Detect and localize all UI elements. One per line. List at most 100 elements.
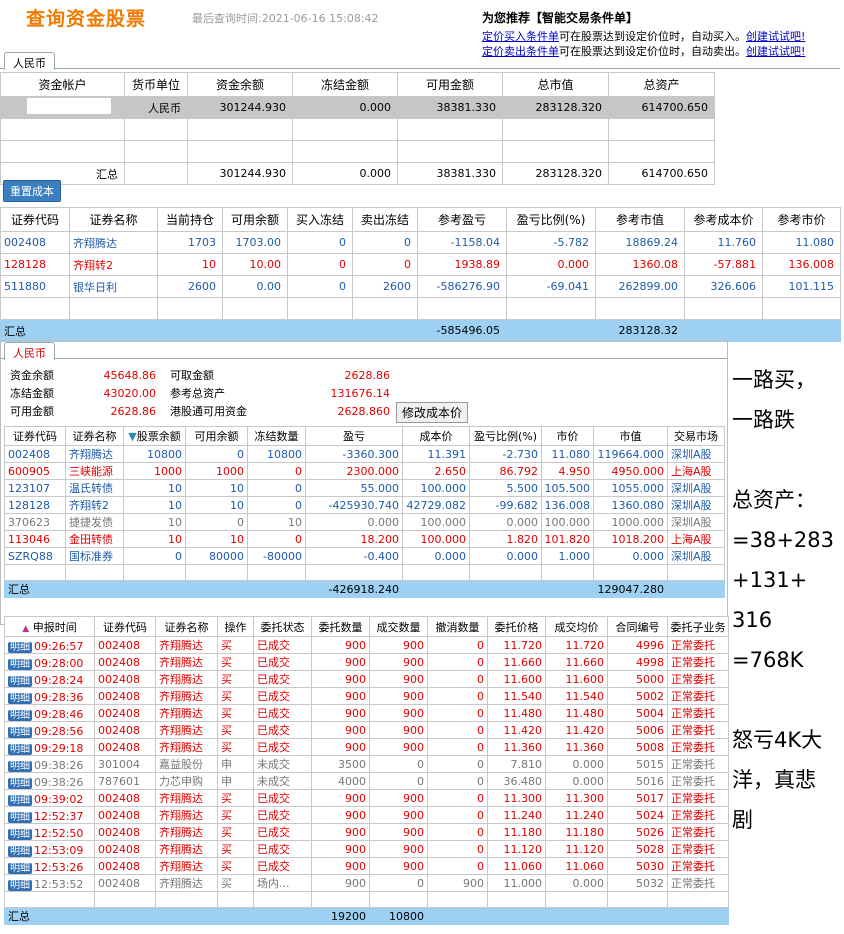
table-row[interactable]: 明细 09:38:26 301004 嘉益股份申未成交 3500 0 0 7.810 0.000… xyxy=(4,755,729,773)
edit-cost-button[interactable]: 修改成本价 xyxy=(396,402,469,423)
table-row[interactable]: 明细 12:52:37 002408 齐翔腾达买已成交 900 900 0 11.240 11.… xyxy=(4,806,729,824)
table-cell: 5017 xyxy=(607,789,668,807)
table-cell: 0 xyxy=(427,653,488,671)
table-row[interactable]: 明细 09:29:18 002408 齐翔腾达买已成交 900 900 0 11.360 11.… xyxy=(4,738,729,756)
table-row[interactable]: 600905 三峡能源 1000 1000 0 2300.000 2.650 86.792 4.… xyxy=(4,462,725,480)
table-row[interactable]: 明细 12:52:50 002408 齐翔腾达买已成交 900 900 0 11.180 11.… xyxy=(4,823,729,841)
table-row[interactable]: 明细 09:39:02 002408 齐翔腾达买已成交 900 900 0 11.300 11.… xyxy=(4,789,729,807)
table-cell xyxy=(541,580,594,598)
column-header: 可用余额 xyxy=(222,207,288,232)
table-cell: 900 xyxy=(369,721,428,739)
table-cell: 11.080 xyxy=(762,231,841,254)
note-line: 一路买， xyxy=(732,368,816,392)
table-cell: 5004 xyxy=(607,704,668,722)
create-buy-link[interactable]: 创建试试吧! xyxy=(746,30,805,43)
table-cell: 11.480 xyxy=(545,704,608,722)
table-cell: 买 xyxy=(217,636,254,654)
table-cell: 900 xyxy=(311,823,370,841)
table-cell: 1360.08 xyxy=(595,253,685,276)
table-row[interactable]: 明细 12:53:52 002408 齐翔腾达买场内... 900 0 900 11.000 0… xyxy=(4,874,729,892)
table-row[interactable]: 明细 09:28:24 002408 齐翔腾达买已成交 900 900 0 11.600 11.… xyxy=(4,670,729,688)
table-cell xyxy=(469,580,542,598)
detail-button[interactable]: 明细 xyxy=(8,794,32,806)
table-cell: 10 xyxy=(185,479,248,497)
table-row[interactable]: 明细 12:53:09 002408 齐翔腾达买已成交 900 900 0 11.120 11.… xyxy=(4,840,729,858)
note-line: 洋，真悲 xyxy=(732,768,816,792)
table-cell xyxy=(157,319,223,342)
column-header: 合同编号 xyxy=(607,616,668,637)
table-cell: 齐翔腾达 xyxy=(155,840,218,858)
table-row[interactable]: 511880 银华日利 2600 0.00 0 2600 -586276.90 -69.041… xyxy=(0,275,841,298)
table-row[interactable]: 128128 齐翔转2 10 10 0 -425930.740 42729.082 -99.6… xyxy=(4,496,725,514)
table-row[interactable]: SZRQ88 国标准券 0 80000 -80000 -0.400 0.000 0.000 1.… xyxy=(4,547,725,565)
reset-cost-button[interactable]: 重置成本 xyxy=(3,180,61,202)
table-cell: 11.420 xyxy=(545,721,608,739)
table-cell: 买 xyxy=(217,670,254,688)
detail-button[interactable]: 明细 xyxy=(8,777,32,789)
detail-button[interactable]: 明细 xyxy=(8,658,32,670)
table-cell: 4996 xyxy=(607,636,668,654)
table-cell: 900 xyxy=(311,840,370,858)
detail-button[interactable]: 明细 xyxy=(8,862,32,874)
table-row[interactable]: 002408 齐翔腾达 10800 0 10800 -3360.300 11.391 -2.7… xyxy=(4,445,725,463)
table-cell: 100.000 xyxy=(541,513,594,531)
table-cell: 10800 xyxy=(369,907,428,925)
table-cell: 已成交 xyxy=(253,721,312,739)
table-cell: 银华日利 xyxy=(69,275,158,298)
buy-condition-link[interactable]: 定价买入条件单 xyxy=(482,30,559,43)
table-row[interactable]: 明细 09:28:46 002408 齐翔腾达买已成交 900 900 0 11.480 11.… xyxy=(4,704,729,722)
table-row[interactable]: 370623 捷捷发债 10 0 10 0.000 100.000 0.000 100.000 1… xyxy=(4,513,725,531)
note-line xyxy=(732,440,842,480)
table-cell: 100.000 xyxy=(402,530,470,548)
table-cell xyxy=(65,580,124,598)
tab-rmb-2[interactable]: 人民币 xyxy=(4,342,55,360)
column-header: 参考成本价 xyxy=(684,207,763,232)
table-row[interactable]: 002408 齐翔腾达 1703 1703.00 0 0 -1158.04 -5.782 188… xyxy=(0,231,841,254)
detail-button[interactable]: 明细 xyxy=(8,675,32,687)
note-line: 怒亏4K大 xyxy=(732,728,823,752)
table-row[interactable]: 明细 09:38:26 787601 力芯申购申未成交 4000 0 0 36.480 0.00… xyxy=(4,772,729,790)
table-row[interactable]: 123107 温氏转债 10 10 0 55.000 100.000 5.500 105.500… xyxy=(4,479,725,497)
detail-button[interactable]: 明细 xyxy=(8,743,32,755)
table-cell: 11.300 xyxy=(487,789,546,807)
recommend-title: 为您推荐【智能交易条件单】 xyxy=(482,11,639,25)
table-cell: 370623 xyxy=(4,513,66,531)
table-cell: 正常委托 xyxy=(667,704,729,722)
table-cell: 齐翔腾达 xyxy=(155,789,218,807)
detail-button[interactable]: 明细 xyxy=(8,709,32,721)
table-cell: 正常委托 xyxy=(667,806,729,824)
table-cell: 11.360 xyxy=(545,738,608,756)
table-cell: 900 xyxy=(311,704,370,722)
table-cell: 10 xyxy=(123,530,186,548)
table-row[interactable]: 明细 09:26:57 002408 齐翔腾达买已成交 900 900 0 11.720 11.… xyxy=(4,636,729,654)
table-cell: 900 xyxy=(369,789,428,807)
table-cell: 5015 xyxy=(607,755,668,773)
table-cell: 明细 09:38:26 xyxy=(4,772,95,790)
detail-button[interactable]: 明细 xyxy=(8,879,32,891)
create-sell-link[interactable]: 创建试试吧! xyxy=(746,45,805,58)
detail-button[interactable]: 明细 xyxy=(8,828,32,840)
table-cell: 900 xyxy=(369,823,428,841)
table-row[interactable]: 113046 金田转债 10 10 0 18.200 100.000 1.820 101.820… xyxy=(4,530,725,548)
table-cell: 2600 xyxy=(157,275,223,298)
table-row[interactable]: 128128 齐翔转2 10 10.00 0 0 1938.89 0.000 1360.08 -5… xyxy=(0,253,841,276)
table-row[interactable]: 明细 09:28:56 002408 齐翔腾达买已成交 900 900 0 11.420 11.… xyxy=(4,721,729,739)
table-row[interactable]: 明细 12:53:26 002408 齐翔腾达买已成交 900 900 0 11.060 11.… xyxy=(4,857,729,875)
table-cell: 128128 xyxy=(0,253,70,276)
sell-condition-link[interactable]: 定价卖出条件单 xyxy=(482,45,559,58)
table-cell: 11.660 xyxy=(545,653,608,671)
table-row[interactable]: 明细 09:28:36 002408 齐翔腾达买已成交 900 900 0 11.540 11.… xyxy=(4,687,729,705)
detail-button[interactable]: 明细 xyxy=(8,845,32,857)
table-cell: 1703.00 xyxy=(222,231,288,254)
detail-button[interactable]: 明细 xyxy=(8,760,32,772)
detail-button[interactable]: 明细 xyxy=(8,726,32,738)
table-row[interactable]: 明细 09:28:00 002408 齐翔腾达买已成交 900 900 0 11.660 11.… xyxy=(4,653,729,671)
tab-rmb[interactable]: 人民币 xyxy=(4,52,55,70)
detail-button[interactable]: 明细 xyxy=(8,692,32,704)
detail-button[interactable]: 明细 xyxy=(8,641,32,653)
table-cell: 136.008 xyxy=(541,496,594,514)
table-cell: 汇总 xyxy=(4,907,95,925)
detail-button[interactable]: 明细 xyxy=(8,811,32,823)
table-cell: 283128.320 xyxy=(502,96,609,119)
table-cell xyxy=(352,319,418,342)
